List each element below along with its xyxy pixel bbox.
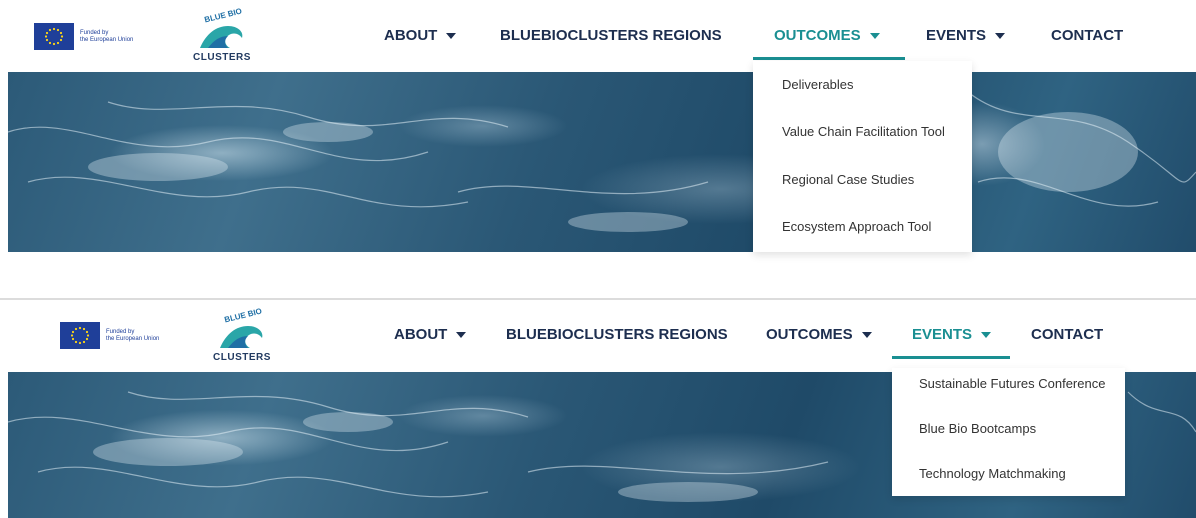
nav-events[interactable]: EVENTS xyxy=(926,27,1006,44)
nav-active-underline xyxy=(892,356,1010,359)
outcomes-dropdown: Deliverables Value Chain Facilitation To… xyxy=(753,61,972,252)
wave-icon xyxy=(220,326,263,348)
nav-events[interactable]: EVENTS xyxy=(912,326,992,343)
nav-about-label: ABOUT xyxy=(394,326,448,343)
events-dropdown: Sustainable Futures Conference Blue Bio … xyxy=(892,368,1125,496)
nav-outcomes-label: OUTCOMES xyxy=(766,326,853,343)
eu-funding-text: Funded by the European Union xyxy=(80,30,133,44)
screenshot-events-menu-open: Funded by the European Union BLUE BIO CL… xyxy=(0,300,1196,518)
caret-down-icon xyxy=(869,32,880,39)
eu-funding-line2: the European Union xyxy=(80,36,134,43)
nav-events-label: EVENTS xyxy=(912,326,973,343)
nav-about-label: ABOUT xyxy=(384,27,438,44)
nav-active-underline xyxy=(753,57,905,60)
nav-events-label: EVENTS xyxy=(926,27,987,44)
eu-flag-icon xyxy=(60,322,100,349)
eu-funding-line1: Funded by xyxy=(106,328,135,335)
caret-down-icon xyxy=(446,32,457,39)
eu-funding-text: Funded by the European Union xyxy=(106,329,159,343)
wave-icon xyxy=(200,26,243,48)
eu-funding-logo: Funded by the European Union xyxy=(34,23,133,50)
bluebioclusters-logo[interactable]: BLUE BIO CLUSTERS xyxy=(190,7,254,63)
eu-funding-logo: Funded by the European Union xyxy=(60,322,159,349)
nav-outcomes[interactable]: OUTCOMES xyxy=(766,326,872,343)
caret-down-icon xyxy=(861,331,872,338)
ocean-hero-image xyxy=(8,72,1196,252)
screenshot-outcomes-menu-open: Funded by the European Union BLUE BIO CL… xyxy=(0,0,1196,252)
eu-flag-icon xyxy=(34,23,74,50)
nav-about[interactable]: ABOUT xyxy=(394,326,467,343)
nav-regions-label: BLUEBIOCLUSTERS REGIONS xyxy=(500,27,722,44)
bluebioclusters-logo[interactable]: BLUE BIO CLUSTERS xyxy=(210,307,274,363)
nav-contact[interactable]: CONTACT xyxy=(1031,326,1103,343)
caret-down-icon xyxy=(995,32,1006,39)
eu-funding-line2: the European Union xyxy=(106,335,160,342)
nav-contact-label: CONTACT xyxy=(1051,27,1124,44)
menu-item-regional-case-studies[interactable]: Regional Case Studies xyxy=(782,172,914,187)
menu-item-bootcamps[interactable]: Blue Bio Bootcamps xyxy=(919,421,1036,436)
menu-item-ecosystem-tool[interactable]: Ecosystem Approach Tool xyxy=(782,219,931,234)
nav-regions[interactable]: BLUEBIOCLUSTERS REGIONS xyxy=(500,27,722,44)
caret-down-icon xyxy=(981,331,992,338)
site-header: Funded by the European Union BLUE BIO CL… xyxy=(0,300,1196,372)
nav-regions[interactable]: BLUEBIOCLUSTERS REGIONS xyxy=(506,326,728,343)
site-header: Funded by the European Union BLUE BIO CL… xyxy=(0,0,1196,72)
nav-contact-label: CONTACT xyxy=(1031,326,1104,343)
menu-item-deliverables[interactable]: Deliverables xyxy=(782,77,854,92)
menu-item-technology-matchmaking[interactable]: Technology Matchmaking xyxy=(919,466,1066,481)
logo-clusters-text: CLUSTERS xyxy=(213,352,271,363)
menu-item-value-chain-tool[interactable]: Value Chain Facilitation Tool xyxy=(782,124,945,139)
nav-outcomes-label: OUTCOMES xyxy=(774,27,861,44)
menu-item-sustainable-futures[interactable]: Sustainable Futures Conference xyxy=(919,376,1105,391)
eu-funding-line1: Funded by xyxy=(80,29,109,36)
logo-clusters-text: CLUSTERS xyxy=(193,52,251,63)
nav-contact[interactable]: CONTACT xyxy=(1051,27,1123,44)
nav-about[interactable]: ABOUT xyxy=(384,27,457,44)
caret-down-icon xyxy=(456,331,467,338)
nav-regions-label: BLUEBIOCLUSTERS REGIONS xyxy=(506,326,728,343)
nav-outcomes[interactable]: OUTCOMES xyxy=(774,27,880,44)
